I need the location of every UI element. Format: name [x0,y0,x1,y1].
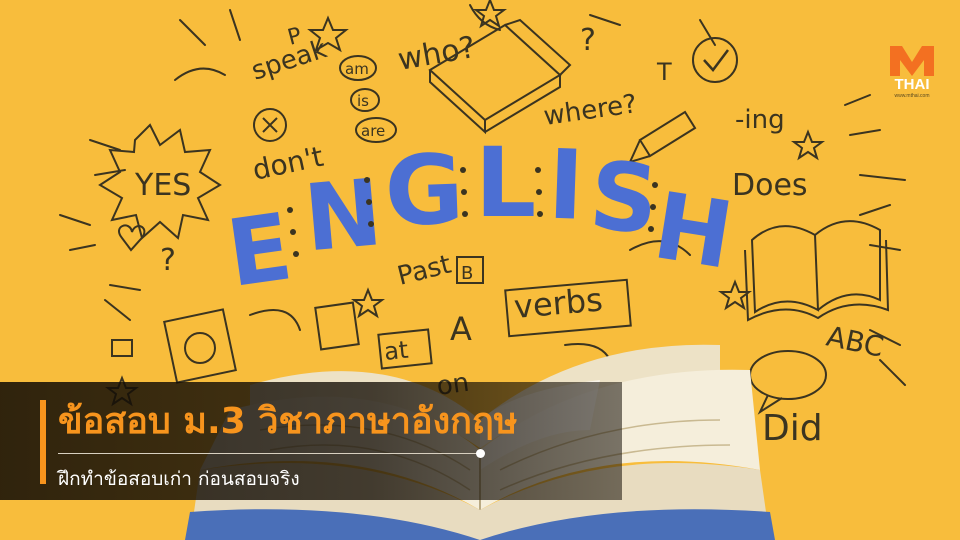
apple-card-icon [163,308,237,384]
letter-a: A [450,310,472,348]
logo-wordmark: THAI [894,76,930,93]
word-verbs: verbs [512,280,604,326]
word-past: Past [394,250,454,292]
letter-e: E [221,193,298,308]
letter-i: I [546,129,586,242]
caption-accent-bar [40,400,46,484]
m-logo-icon [890,46,934,76]
caption-divider [58,453,480,454]
caption-subtitle: ฝึกทำข้อสอบเก่า ก่อนสอบจริง [58,468,300,490]
word-yes: YES [134,168,191,203]
open-book-icon [744,220,890,322]
question-mark-icon-2: ? [160,243,176,278]
word-at: at [383,336,410,366]
letter-h: H [647,172,740,290]
caption-title: ข้อสอบ ม.3 วิชาภาษาอังกฤษ [58,401,518,442]
caption-divider-dot [476,449,485,458]
word-abc: ABC [824,320,887,364]
logo-url: www.mthai.com [894,93,930,99]
letter-b: B [461,263,473,284]
word-who: who? [395,30,478,78]
word-does: Does [732,168,808,203]
letter-s: S [585,142,662,256]
hero-image: YES am is are speak who? don't where? -i… [0,0,960,540]
word-are: are [361,122,385,140]
letter-l: L [475,127,536,239]
word-did: Did [762,408,823,449]
word-ing: -ing [735,105,785,135]
caption-panel: ข้อสอบ ม.3 วิชาภาษาอังกฤษ ฝึกทำข้อสอบเก่… [0,382,622,500]
letter-n: N [300,159,386,272]
word-is: is [357,92,369,110]
letter-t: T [656,58,672,86]
mthai-logo[interactable]: THAI www.mthai.com [884,42,940,102]
word-where: where? [542,89,639,132]
speech-bubble-icon [749,350,827,400]
question-mark-icon: ? [580,23,596,58]
word-am: am [345,60,369,78]
letter-g: G [383,133,466,248]
